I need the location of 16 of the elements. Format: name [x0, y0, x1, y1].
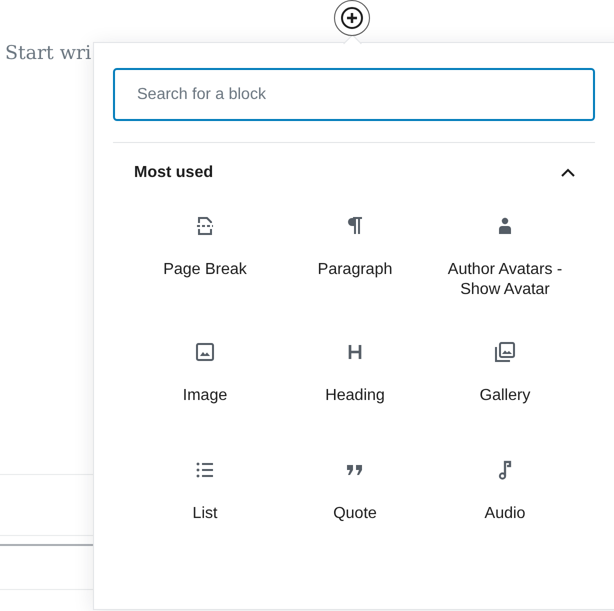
block-item[interactable]: Gallery	[430, 333, 580, 451]
block-item[interactable]: Heading	[280, 333, 430, 451]
block-item[interactable]: Audio	[430, 451, 580, 569]
text-input[interactable]: Start wri	[5, 42, 92, 64]
image-icon	[193, 340, 217, 364]
block-item[interactable]: Page Break	[130, 203, 280, 333]
block-item[interactable]: Author Avatars - Show Avatar	[430, 203, 580, 333]
block-item[interactable]: List	[130, 451, 280, 569]
add-icon	[340, 6, 364, 30]
block-item[interactable]: Paragraph	[280, 203, 430, 333]
section-title: Most used	[134, 164, 214, 182]
add-block-button[interactable]	[334, 0, 370, 36]
search-field[interactable]: Search for a block	[113, 68, 595, 121]
gallery-icon	[493, 340, 517, 364]
block-item[interactable]: Image	[130, 333, 280, 451]
block-item[interactable]: Quote	[280, 451, 430, 569]
